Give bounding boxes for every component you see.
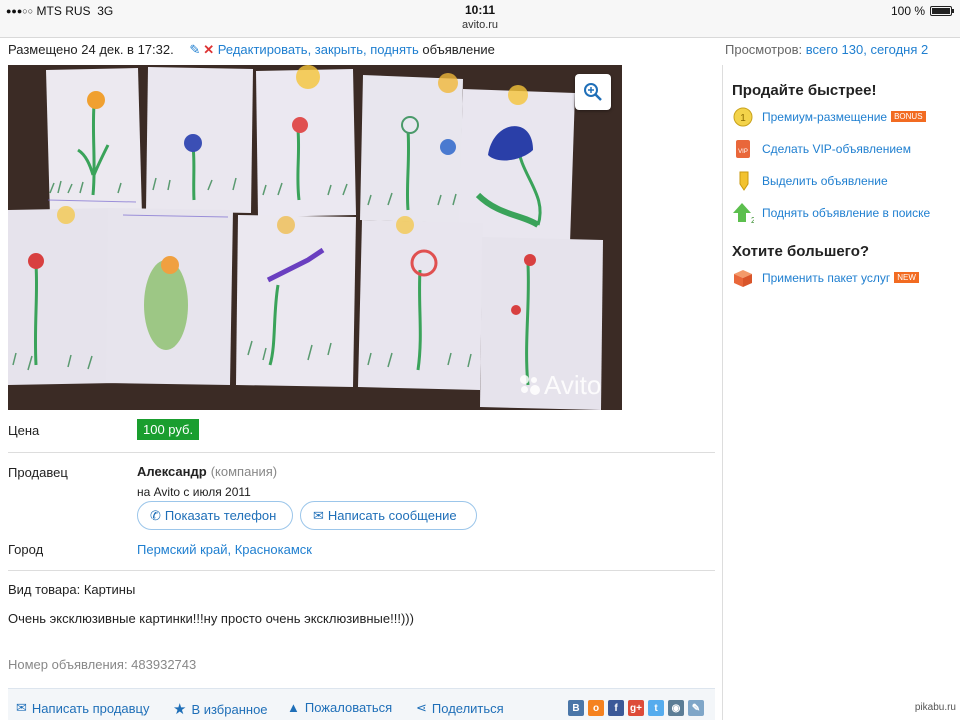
service-premium-label: Премиум-размещение	[762, 110, 888, 124]
new-tag: NEW	[894, 272, 919, 283]
service-raise-label: Поднять объявление в поиске	[762, 206, 931, 220]
avito-logo-icon	[520, 374, 540, 397]
facebook-icon[interactable]: f	[608, 700, 624, 716]
attach-icon[interactable]: ✎	[688, 700, 704, 716]
ad-description: Очень эксклюзивные картинки!!!ну просто …	[8, 611, 414, 626]
service-vip[interactable]: VIP Сделать VIP-объявлением	[732, 138, 911, 160]
odnoklassniki-icon[interactable]: o	[588, 700, 604, 716]
seller-info: Александр (компания)	[137, 464, 277, 479]
city-label: Город	[8, 542, 44, 557]
vip-icon: VIP	[732, 138, 754, 160]
address-bar-url[interactable]: avito.ru	[0, 19, 960, 31]
ios-status-bar: ●●●○○ MTS RUS 3G 10:11 avito.ru 100 %	[0, 0, 960, 38]
phone-icon: ✆	[150, 507, 161, 523]
highlighter-icon	[732, 170, 754, 192]
battery-icon	[930, 6, 954, 16]
divider	[8, 570, 715, 571]
premium-coin-icon: 1	[732, 106, 754, 128]
price-label: Цена	[8, 423, 40, 438]
zoom-button[interactable]	[575, 74, 611, 110]
vk-icon[interactable]: B	[568, 700, 584, 716]
seller-since: на Avito с июля 2011	[137, 485, 251, 499]
avito-watermark: Avito	[520, 370, 601, 401]
service-raise[interactable]: 2 Поднять объявление в поиске	[732, 202, 930, 224]
ad-number: Номер объявления: 483932743	[8, 657, 197, 672]
want-more-heading: Хотите большего?	[732, 243, 870, 260]
service-package[interactable]: Применить пакет услуг NEW	[732, 267, 919, 289]
pencil-icon[interactable]: ✎	[189, 42, 200, 57]
drawings-photo	[8, 65, 622, 410]
service-highlight[interactable]: Выделить объявление	[732, 170, 888, 192]
battery-percent: 100 %	[890, 4, 925, 18]
edit-ad-links[interactable]: Редактировать, закрыть, поднять	[218, 42, 419, 57]
share-icon: ⋖	[416, 700, 427, 715]
envelope-icon: ✉	[313, 507, 324, 523]
service-premium[interactable]: 1 Премиум-размещение BONUS	[732, 106, 926, 128]
edit-suffix: объявление	[422, 42, 495, 57]
city-link[interactable]: Пермский край, Краснокамск	[137, 542, 312, 557]
seller-label: Продавец	[8, 465, 68, 480]
service-highlight-label: Выделить объявление	[762, 174, 888, 188]
svg-text:1: 1	[740, 113, 746, 124]
svg-text:2: 2	[751, 216, 754, 224]
goods-type: Вид товара: Картины	[8, 582, 136, 597]
views-value[interactable]: всего 130, сегодня 2	[806, 42, 928, 57]
write-seller-link[interactable]: ✉ Написать продавцу	[16, 700, 150, 716]
views-label: Просмотров:	[725, 42, 803, 57]
views-counter: Просмотров: всего 130, сегодня 2	[725, 42, 928, 57]
ad-photo[interactable]	[8, 65, 622, 410]
favorites-label: В избранное	[191, 701, 268, 717]
star-icon: ★	[173, 701, 187, 718]
warning-icon: ▲	[287, 700, 300, 715]
share-link[interactable]: ⋖ Поделиться	[416, 700, 504, 716]
raise-arrow-icon: 2	[732, 202, 754, 224]
write-message-label: Написать сообщение	[327, 508, 457, 523]
ad-meta-line: Размещено 24 дек. в 17:32. ✎ ✕ Редактиров…	[8, 42, 495, 58]
sell-faster-heading: Продайте быстрее!	[732, 82, 877, 99]
sidebar-divider	[722, 65, 723, 720]
ad-actions-bar: ✉ Написать продавцу ★ В избранное ▲ Пожа…	[8, 688, 715, 720]
twitter-icon[interactable]: t	[648, 700, 664, 716]
service-package-label: Применить пакет услуг	[762, 271, 891, 285]
close-icon[interactable]: ✕	[203, 42, 214, 57]
add-to-favorites-link[interactable]: ★ В избранное	[173, 700, 268, 718]
google-plus-icon[interactable]: g+	[628, 700, 644, 716]
price-badge: 100 руб.	[137, 419, 200, 440]
seller-type: (компания)	[210, 464, 278, 479]
share-label: Поделиться	[431, 700, 504, 716]
posted-date: Размещено 24 дек. в 17:32.	[8, 42, 174, 57]
bonus-tag: BONUS	[891, 111, 926, 122]
complain-label: Пожаловаться	[304, 700, 393, 715]
watermark-text: Avito	[544, 370, 602, 400]
site-credit: pikabu.ru	[914, 702, 956, 713]
divider	[8, 452, 715, 453]
zoom-in-icon	[584, 83, 602, 101]
seller-name: Александр	[137, 464, 207, 479]
clock: 10:11	[464, 3, 496, 17]
show-phone-label: Показать телефон	[164, 508, 277, 523]
livejournal-icon[interactable]: ◉	[668, 700, 684, 716]
package-box-icon	[732, 267, 754, 289]
complain-link[interactable]: ▲ Пожаловаться	[287, 700, 392, 715]
svg-text:VIP: VIP	[738, 149, 748, 155]
write-message-button[interactable]: ✉ Написать сообщение	[300, 501, 477, 530]
service-vip-label: Сделать VIP-объявлением	[762, 142, 911, 156]
envelope-icon: ✉	[16, 700, 27, 715]
show-phone-button[interactable]: ✆ Показать телефон	[137, 501, 293, 530]
write-seller-label: Написать продавцу	[31, 700, 150, 716]
